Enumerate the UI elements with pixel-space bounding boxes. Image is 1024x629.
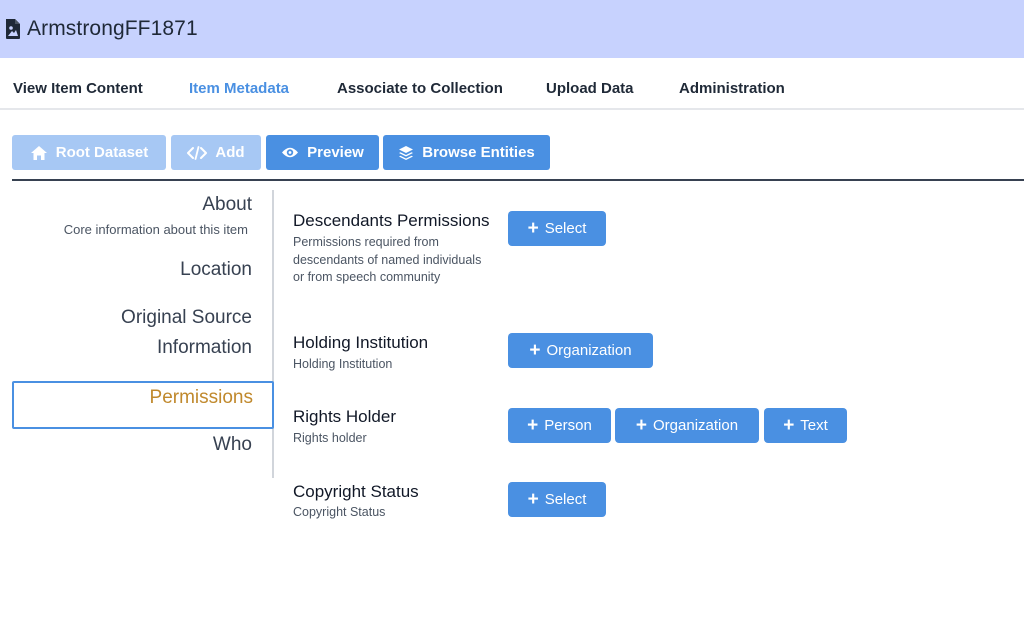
field-description-holding-institution: Holding Institution [293, 357, 393, 371]
copyright-select-button[interactable]: + Select [508, 482, 606, 517]
field-title-rights-holder: Rights Holder [293, 407, 396, 426]
plus-icon: + [527, 217, 539, 239]
field-description-rights-holder: Rights holder [293, 431, 367, 445]
metadata-sidebar: About Core information about this item L… [12, 190, 274, 478]
tabs-divider [0, 108, 1024, 110]
root-dataset-button[interactable]: Root Dataset [12, 135, 166, 170]
eye-icon [282, 147, 299, 158]
tab-item-metadata[interactable]: Item Metadata [189, 80, 289, 97]
field-description-descendants-permissions: Permissions required from descendants of… [293, 235, 482, 284]
home-icon [30, 145, 47, 160]
sidebar-item-permissions-label: Permissions [149, 387, 253, 408]
plus-icon: + [529, 339, 541, 361]
tab-bar: View Item Content Item Metadata Associat… [0, 58, 1024, 110]
browse-entities-button[interactable]: Browse Entities [383, 135, 550, 170]
plus-icon: + [635, 414, 648, 436]
rights-person-label: Person [544, 417, 592, 434]
copyright-select-label: Select [544, 491, 587, 508]
file-image-icon [4, 18, 22, 40]
rights-organization-label: Organization [653, 417, 739, 434]
plus-icon: + [527, 488, 539, 510]
preview-label: Preview [307, 144, 364, 161]
layers-icon [399, 145, 414, 160]
tab-view-item-content[interactable]: View Item Content [13, 80, 143, 97]
page-title: ArmstrongFF1871 [27, 17, 198, 40]
sidebar-item-who[interactable]: Who [213, 430, 252, 460]
tab-administration[interactable]: Administration [679, 80, 785, 97]
holding-organization-label: Organization [546, 342, 632, 359]
rights-text-button[interactable]: + Text [764, 408, 847, 443]
sidebar-item-location[interactable]: Location [180, 255, 252, 285]
sidebar-item-permissions[interactable]: Permissions [12, 381, 274, 429]
root-dataset-label: Root Dataset [55, 144, 149, 161]
sidebar-item-about-subtitle: Core information about this item [63, 222, 248, 237]
plus-icon: + [527, 414, 539, 436]
field-title-copyright-status: Copyright Status [293, 482, 419, 501]
descendants-select-label: Select [544, 220, 587, 237]
sidebar-item-original-source-information[interactable]: Original Source Information [121, 303, 252, 363]
field-description-copyright-status: Copyright Status [293, 505, 386, 519]
field-title-descendants-permissions: Descendants Permissions [293, 211, 490, 230]
sidebar-item-original-source-line2: Information [156, 337, 252, 358]
title-bar: ArmstrongFF1871 [0, 0, 1024, 58]
browse-entities-label: Browse Entities [422, 144, 535, 161]
holding-organization-button[interactable]: + Organization [508, 333, 653, 368]
code-icon [187, 145, 208, 160]
plus-icon: + [783, 414, 795, 436]
tab-upload-data[interactable]: Upload Data [546, 80, 634, 97]
field-title-holding-institution: Holding Institution [293, 333, 429, 352]
rights-person-button[interactable]: + Person [508, 408, 611, 443]
tab-associate-to-collection[interactable]: Associate to Collection [337, 80, 503, 97]
add-button[interactable]: Add [171, 135, 261, 170]
rights-organization-button[interactable]: + Organization [615, 408, 759, 443]
sidebar-item-original-source-line1: Original Source [121, 307, 252, 328]
descendants-select-button[interactable]: + Select [508, 211, 606, 246]
toolbar-divider [12, 179, 1024, 181]
sidebar-item-about[interactable]: About [202, 190, 252, 220]
rights-text-label: Text [800, 417, 828, 434]
add-label: Add [215, 144, 245, 161]
preview-button[interactable]: Preview [266, 135, 379, 170]
